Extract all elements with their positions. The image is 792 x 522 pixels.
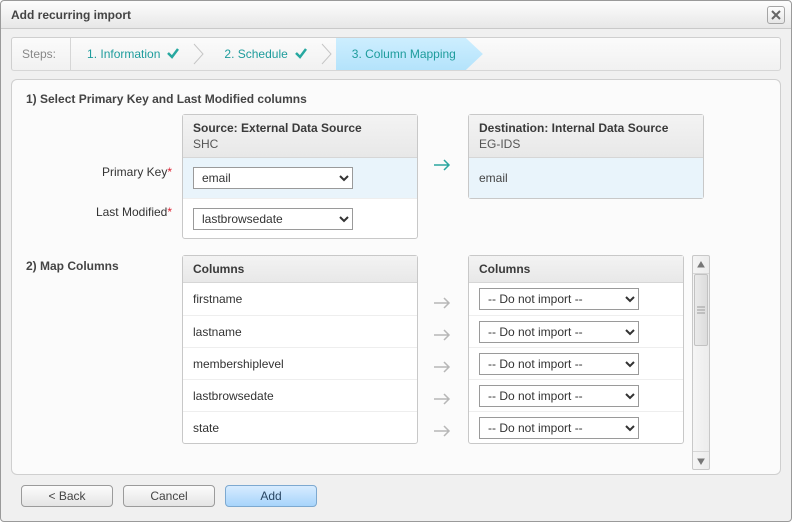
scrollbar-track[interactable] xyxy=(693,274,709,451)
scroll-up-button[interactable] xyxy=(693,256,709,274)
required-marker: * xyxy=(167,205,172,219)
source-column-row[interactable]: state xyxy=(183,411,417,443)
dest-column-row: -- Do not import -- xyxy=(469,379,683,411)
dialog-title: Add recurring import xyxy=(11,8,767,22)
step-information[interactable]: 1. Information xyxy=(71,38,190,70)
source-column-row[interactable]: firstname xyxy=(183,283,417,315)
dest-column-select[interactable]: -- Do not import -- xyxy=(479,288,639,310)
dest-column-row: -- Do not import -- xyxy=(469,347,683,379)
map-arrow-icon xyxy=(418,351,468,383)
map-arrow-icon xyxy=(418,415,468,447)
primary-key-row: email xyxy=(183,158,417,198)
section1-title: 1) Select Primary Key and Last Modified … xyxy=(26,92,768,106)
chevron-right-icon xyxy=(318,38,336,70)
source-heading: Source: External Data Source xyxy=(193,121,407,135)
section1: Primary Key* Last Modified* Source: Exte… xyxy=(26,114,768,239)
close-icon xyxy=(771,10,781,20)
dest-column-select[interactable]: -- Do not import -- xyxy=(479,385,639,407)
destination-primary-key-value: email xyxy=(479,167,508,189)
source-column-name: lastname xyxy=(193,325,242,339)
step-column-mapping[interactable]: 3. Column Mapping xyxy=(336,38,466,70)
dest-column-select[interactable]: -- Do not import -- xyxy=(479,321,639,343)
source-column-name: state xyxy=(193,421,219,435)
chevron-right-icon xyxy=(190,38,208,70)
map-arrow-icon xyxy=(418,114,468,172)
map-arrow-icon xyxy=(418,383,468,415)
dest-column-row: -- Do not import -- xyxy=(469,411,683,443)
section2: 2) Map Columns Columns firstname lastname… xyxy=(26,255,768,470)
map-arrow-icon xyxy=(418,287,468,319)
source-columns-heading: Columns xyxy=(193,262,407,276)
source-column-name: membershiplevel xyxy=(193,357,284,371)
dest-columns-heading: Columns xyxy=(479,262,673,276)
destination-box: Destination: Internal Data Source EG-IDS… xyxy=(468,114,704,199)
checkmark-icon xyxy=(166,46,180,63)
cancel-button[interactable]: Cancel xyxy=(123,485,215,507)
back-button[interactable]: < Back xyxy=(21,485,113,507)
source-header: Source: External Data Source SHC xyxy=(183,115,417,158)
dest-column-select[interactable]: -- Do not import -- xyxy=(479,353,639,375)
last-modified-select[interactable]: lastbrowsedate xyxy=(193,208,353,230)
destination-primary-key-row: email xyxy=(469,158,703,198)
step-label: 2. Schedule xyxy=(224,47,287,61)
last-modified-label: Last Modified* xyxy=(26,192,182,232)
add-button[interactable]: Add xyxy=(225,485,317,507)
titlebar: Add recurring import xyxy=(1,1,791,29)
destination-heading: Destination: Internal Data Source xyxy=(479,121,693,135)
source-box: Source: External Data Source SHC email l… xyxy=(182,114,418,239)
dest-columns-box: Columns -- Do not import -- -- Do not imp… xyxy=(468,255,684,444)
primary-key-select[interactable]: email xyxy=(193,167,353,189)
map-arrow-icon xyxy=(418,319,468,351)
dest-column-row: -- Do not import -- xyxy=(469,315,683,347)
section1-labels: Primary Key* Last Modified* xyxy=(26,114,182,232)
steps-label: Steps: xyxy=(12,38,71,70)
scroll-down-button[interactable] xyxy=(693,451,709,469)
mapping-arrows xyxy=(418,255,468,447)
source-column-name: lastbrowsedate xyxy=(193,389,274,403)
source-columns-header: Columns xyxy=(183,256,417,283)
step-schedule[interactable]: 2. Schedule xyxy=(208,38,317,70)
step-label: 1. Information xyxy=(87,47,160,61)
step-panel: 1) Select Primary Key and Last Modified … xyxy=(11,79,781,475)
dialog: Add recurring import Steps: 1. Informati… xyxy=(0,0,792,522)
last-modified-row: lastbrowsedate xyxy=(183,198,417,238)
close-button[interactable] xyxy=(767,6,785,24)
section2-title: 2) Map Columns xyxy=(26,259,182,273)
destination-header: Destination: Internal Data Source EG-IDS xyxy=(469,115,703,158)
destination-sub: EG-IDS xyxy=(479,137,693,151)
source-column-row[interactable]: lastbrowsedate xyxy=(183,379,417,411)
primary-key-label: Primary Key* xyxy=(26,152,182,192)
source-sub: SHC xyxy=(193,137,407,151)
dest-column-select[interactable]: -- Do not import -- xyxy=(479,417,639,439)
source-column-row[interactable]: lastname xyxy=(183,315,417,347)
scrollbar-thumb[interactable] xyxy=(694,274,708,346)
dest-column-row: -- Do not import -- xyxy=(469,283,683,315)
source-column-name: firstname xyxy=(193,292,242,306)
checkmark-icon xyxy=(294,46,308,63)
step-label: 3. Column Mapping xyxy=(352,47,456,61)
required-marker: * xyxy=(167,165,172,179)
source-columns-box: Columns firstname lastname membershiplevel… xyxy=(182,255,418,444)
wizard-steps: Steps: 1. Information 2. Schedule 3. Col… xyxy=(11,37,781,71)
source-column-row[interactable]: membershiplevel xyxy=(183,347,417,379)
dest-columns-header: Columns xyxy=(469,256,683,283)
dialog-body: Steps: 1. Information 2. Schedule 3. Col… xyxy=(1,29,791,521)
scrollbar[interactable] xyxy=(692,255,710,470)
footer: < Back Cancel Add xyxy=(11,475,781,515)
